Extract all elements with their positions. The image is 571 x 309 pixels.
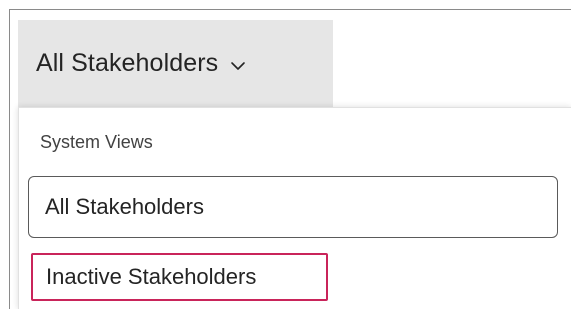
view-option-label: All Stakeholders <box>45 194 204 219</box>
view-option-inactive-stakeholders[interactable]: Inactive Stakeholders <box>31 253 328 301</box>
view-option-all-stakeholders[interactable]: All Stakeholders <box>28 176 558 238</box>
view-dropdown-panel: System Views All Stakeholders Inactive S… <box>18 107 571 309</box>
view-selector-label: All Stakeholders <box>36 49 219 77</box>
chevron-down-icon <box>230 58 246 74</box>
section-header-system-views: System Views <box>40 132 153 152</box>
view-option-label: Inactive Stakeholders <box>46 264 257 289</box>
view-selector-button[interactable]: All Stakeholders <box>18 20 333 107</box>
